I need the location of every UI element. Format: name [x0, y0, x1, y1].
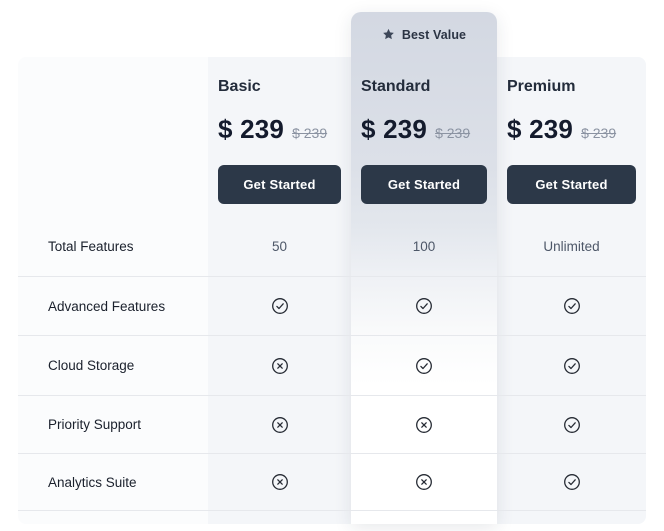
plan-price: $ 239 — [507, 114, 573, 145]
pricing-table: Basic $ 239 $ 239 Get Started Standard $… — [18, 57, 646, 524]
plan-original-price: $ 239 — [292, 125, 327, 141]
feature-row-analytics-suite: Analytics Suite — [18, 453, 646, 511]
check-circle-icon — [415, 357, 433, 375]
cross-circle-icon — [271, 357, 289, 375]
plan-header-basic: Basic $ 239 $ 239 Get Started — [208, 57, 351, 217]
plan-price-row: $ 239 $ 239 — [507, 114, 636, 144]
feature-name: Total Features — [18, 217, 208, 276]
cross-circle-icon — [271, 416, 289, 434]
get-started-button-basic[interactable]: Get Started — [218, 165, 341, 204]
feature-value — [208, 336, 351, 395]
pricing-page: Best Value Basic $ 239 $ 239 Get Started… — [0, 0, 664, 531]
check-circle-icon — [271, 297, 289, 315]
plan-price-row: $ 239 $ 239 — [361, 114, 487, 144]
plan-price: $ 239 — [361, 114, 427, 145]
plan-header-row: Basic $ 239 $ 239 Get Started Standard $… — [18, 57, 646, 217]
feature-row-priority-support: Priority Support — [18, 395, 646, 453]
plan-title: Standard — [361, 77, 487, 97]
feature-row-advanced-features: Advanced Features — [18, 276, 646, 335]
get-started-button-standard[interactable]: Get Started — [361, 165, 487, 204]
feature-value — [208, 277, 351, 335]
best-value-label: Best Value — [402, 28, 466, 42]
feature-row-total-features: Total Features 50 100 Unlimited — [18, 217, 646, 276]
get-started-button-premium[interactable]: Get Started — [507, 165, 636, 204]
check-circle-icon — [563, 416, 581, 434]
cross-circle-icon — [271, 473, 289, 491]
plan-original-price: $ 239 — [435, 125, 470, 141]
feature-value — [351, 336, 497, 395]
feature-row-cloud-storage: Cloud Storage — [18, 335, 646, 395]
check-circle-icon — [415, 297, 433, 315]
feature-name: Advanced Features — [18, 277, 208, 335]
feature-name: Cloud Storage — [18, 336, 208, 395]
plan-price: $ 239 — [218, 114, 284, 145]
plan-header-premium: Premium $ 239 $ 239 Get Started — [497, 57, 646, 217]
header-spacer — [18, 57, 208, 217]
feature-value: 100 — [351, 217, 497, 276]
feature-value — [497, 454, 646, 510]
plan-header-standard: Standard $ 239 $ 239 Get Started — [351, 57, 497, 217]
plan-title: Basic — [218, 77, 341, 97]
feature-value — [208, 454, 351, 510]
feature-name: Analytics Suite — [18, 454, 208, 510]
check-circle-icon — [563, 473, 581, 491]
check-circle-icon — [563, 357, 581, 375]
plan-original-price: $ 239 — [581, 125, 616, 141]
feature-value — [351, 454, 497, 510]
cross-circle-icon — [415, 416, 433, 434]
feature-value: 50 — [208, 217, 351, 276]
feature-value — [497, 336, 646, 395]
feature-value — [497, 396, 646, 453]
feature-value — [208, 396, 351, 453]
feature-value — [351, 396, 497, 453]
feature-value — [497, 277, 646, 335]
check-circle-icon — [563, 297, 581, 315]
cross-circle-icon — [415, 473, 433, 491]
plan-title: Premium — [507, 77, 636, 97]
best-value-badge: Best Value — [351, 12, 497, 57]
star-icon — [382, 28, 395, 41]
plan-price-row: $ 239 $ 239 — [218, 114, 341, 144]
feature-value: Unlimited — [497, 217, 646, 276]
feature-value — [351, 277, 497, 335]
feature-name: Priority Support — [18, 396, 208, 453]
